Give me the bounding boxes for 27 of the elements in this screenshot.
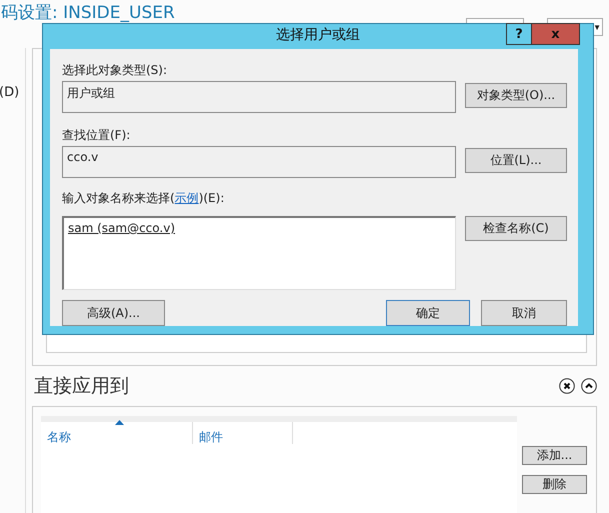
object-types-button[interactable]: 对象类型(O)...: [465, 83, 567, 108]
field-label: 输入对象名称来选择(示例)(E):: [62, 190, 226, 207]
field-label: 选择此对象类型(S):: [62, 62, 168, 79]
sort-arrow-icon: [115, 420, 124, 425]
examples-link[interactable]: 示例: [174, 191, 199, 205]
location-button[interactable]: 位置(L)...: [465, 148, 567, 173]
help-button[interactable]: ?: [506, 23, 532, 45]
collapse-icon[interactable]: [581, 378, 597, 394]
names-field[interactable]: sam (sam@cco.v): [62, 216, 456, 290]
location-field[interactable]: cco.v: [62, 146, 456, 178]
dialog-button[interactable]: 确定: [386, 300, 470, 326]
caret-icon: ▼: [593, 22, 601, 32]
dialog-button[interactable]: 取消: [481, 300, 567, 326]
dialog-title: 选择用户或组: [276, 26, 360, 44]
field-label: (D): [0, 85, 20, 100]
field-label: 查找位置(F):: [62, 127, 132, 144]
column-header[interactable]: 邮件: [193, 422, 293, 444]
table-button[interactable]: 添加...: [522, 446, 587, 465]
check-names-button[interactable]: 检查名称(C): [465, 216, 567, 241]
close-icon[interactable]: [559, 378, 575, 394]
close-button[interactable]: x: [531, 23, 580, 45]
page-title: 码设置: INSIDE_USER: [1, 2, 175, 24]
object-type-field[interactable]: 用户或组: [62, 81, 456, 113]
section-title: 直接应用到: [34, 374, 130, 399]
column-header[interactable]: 名称: [41, 422, 193, 444]
dialog-button[interactable]: 高级(A)...: [62, 300, 165, 326]
table-button[interactable]: 删除: [522, 475, 587, 494]
